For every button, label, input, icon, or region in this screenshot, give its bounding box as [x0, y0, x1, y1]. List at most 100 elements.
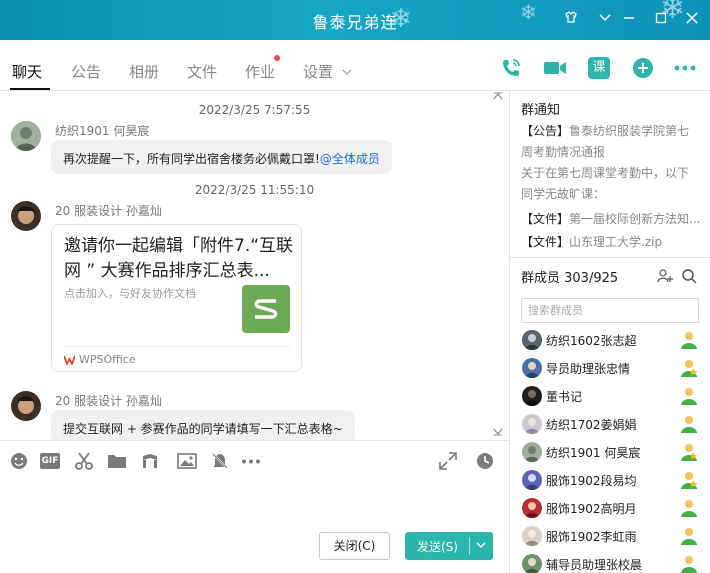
member-role-icon: [681, 556, 697, 573]
notice-item[interactable]: 【公告】鲁泰纺织服装学院第七: [521, 122, 707, 139]
add-member-icon[interactable]: [657, 268, 673, 284]
bell-off-icon[interactable]: [209, 450, 231, 472]
file-item[interactable]: 【文件】山东理工大学.zip: [521, 233, 707, 250]
more-icon[interactable]: [673, 56, 697, 80]
avatar: [522, 386, 542, 406]
member-item[interactable]: 辅导员助理张校晨: [510, 550, 710, 573]
music-icon[interactable]: [139, 450, 161, 472]
chat-window: ❄ ❄ ❄ 鲁泰兄弟连 聊天 公告 相册 文件 作业 设置 课 2022/3/2…: [0, 0, 710, 573]
member-name: 辅导员助理张校晨: [546, 558, 643, 572]
chevron-down-icon: [342, 69, 352, 75]
tab-chat[interactable]: 聊天: [12, 61, 42, 82]
avatar: [522, 442, 542, 462]
close-button[interactable]: 关闭(C): [319, 532, 390, 560]
card-divider: [62, 346, 291, 347]
minimize-icon[interactable]: [618, 9, 640, 31]
member-item[interactable]: 服饰1902段易均: [510, 466, 710, 494]
member-item[interactable]: 纺织1702姜娟娟: [510, 410, 710, 438]
member-item[interactable]: 纺织1901 何昊宸: [510, 438, 710, 466]
scroll-up-icon[interactable]: [493, 92, 505, 102]
tab-settings-label: 设置: [303, 63, 334, 81]
expand-icon[interactable]: [437, 450, 459, 472]
send-button[interactable]: 发送(S): [405, 532, 493, 560]
tab-settings[interactable]: 设置: [303, 61, 352, 82]
member-item[interactable]: 服饰1902李虹雨: [510, 522, 710, 550]
notice-title: 群通知: [521, 103, 561, 118]
member-name: 纺织1901 何昊宸: [546, 446, 641, 460]
member-name: 纺织1602张志超: [546, 334, 637, 348]
menu-icon[interactable]: [594, 9, 616, 31]
message-text: 提交互联网 + 参赛作品的同学请填写一下汇总表格~: [63, 422, 343, 436]
avatar[interactable]: [11, 391, 41, 421]
scroll-down-icon[interactable]: [493, 428, 505, 438]
card-source: WPSOffice: [79, 353, 136, 366]
maximize-icon[interactable]: [650, 9, 672, 31]
emoji-icon[interactable]: [8, 450, 30, 472]
send-label: 发送(S): [417, 540, 458, 554]
message-text: 再次提醒一下，所有同学出宿舍楼务必佩戴口罩!: [63, 152, 320, 166]
tab-announcement[interactable]: 公告: [71, 61, 101, 82]
member-search-input[interactable]: 搜索群成员: [521, 298, 699, 323]
member-name: 董书记: [546, 390, 583, 404]
image-icon[interactable]: [176, 450, 198, 472]
video-icon[interactable]: [543, 56, 567, 80]
notice-text: 鲁泰纺织服装学院第七: [569, 124, 690, 138]
message-bubble[interactable]: 提交互联网 + 参赛作品的同学请填写一下汇总表格~: [51, 410, 355, 440]
member-name: 服饰1902李虹雨: [546, 530, 637, 544]
avatar[interactable]: [11, 121, 41, 151]
members-title: 群成员 303/925: [521, 271, 619, 286]
message-input[interactable]: [0, 480, 509, 525]
member-item[interactable]: 服饰1902高明月: [510, 494, 710, 522]
folder-icon[interactable]: [106, 450, 128, 472]
sender-name: 20 服装设计 孙嘉灿: [55, 394, 162, 408]
composer-toolbar: GIF: [0, 440, 509, 480]
notification-dot: [274, 55, 280, 61]
avatar: [522, 414, 542, 434]
file-prefix: 【文件】: [521, 212, 570, 226]
member-admin-icon: [681, 444, 698, 461]
chevron-down-icon[interactable]: [475, 538, 487, 552]
card-title: 邀请你一起编辑「附件7.“互联网 ” 大赛作品排序汇总表...: [64, 236, 294, 281]
file-item[interactable]: 【文件】第一届校际创新方法知...: [521, 210, 707, 227]
member-item[interactable]: 董书记: [510, 382, 710, 410]
tab-album[interactable]: 相册: [129, 61, 159, 82]
wps-logo-icon: [242, 285, 290, 333]
close-icon[interactable]: [681, 9, 703, 31]
title-bar[interactable]: ❄ ❄ ❄ 鲁泰兄弟连: [0, 0, 710, 40]
member-item[interactable]: 纺织1602张志超: [510, 326, 710, 354]
phone-icon[interactable]: [499, 56, 523, 80]
active-tab-indicator: [10, 88, 50, 90]
notice-item[interactable]: 周考勤情况通报: [521, 143, 707, 160]
history-icon[interactable]: [474, 450, 496, 472]
notice-item[interactable]: 同学无故旷课：: [521, 185, 707, 202]
wps-source-icon: [64, 355, 75, 365]
message-bubble[interactable]: 再次提醒一下，所有同学出宿舍楼务必佩戴口罩!@全体成员: [51, 140, 392, 174]
add-chat-icon[interactable]: [631, 56, 655, 80]
message-list[interactable]: 2022/3/25 7:57:55 纺织1901 何昊宸 再次提醒一下，所有同学…: [0, 91, 509, 440]
avatar[interactable]: [11, 201, 41, 231]
notice-text: 同学无故旷课：: [521, 187, 606, 201]
search-icon[interactable]: [681, 268, 697, 284]
gif-icon[interactable]: GIF: [39, 450, 61, 472]
notice-item[interactable]: 关于在第七周课堂考勤中，以下: [521, 164, 707, 181]
sender-name: 20 服装设计 孙嘉灿: [55, 204, 162, 218]
member-name: 服饰1902段易均: [546, 474, 637, 488]
member-role-icon: [681, 528, 697, 545]
file-prefix: 【文件】: [521, 235, 570, 249]
tab-homework[interactable]: 作业: [245, 61, 275, 82]
member-name: 导员助理张忠情: [546, 362, 631, 376]
wps-share-card[interactable]: 邀请你一起编辑「附件7.“互联网 ” 大赛作品排序汇总表... 点击加入，与好友…: [51, 224, 302, 372]
member-admin-icon: [681, 472, 698, 489]
mention-link[interactable]: @全体成员: [320, 152, 380, 166]
divider: [510, 257, 710, 258]
skin-icon[interactable]: [560, 9, 582, 31]
file-name: 第一届校际创新方法知...: [569, 212, 701, 226]
sender-name: 纺织1901 何昊宸: [55, 124, 150, 138]
class-icon[interactable]: 课: [587, 56, 611, 80]
card-subtitle: 点击加入，与好友协作文档: [64, 287, 196, 300]
avatar: [522, 470, 542, 490]
scissors-icon[interactable]: [73, 450, 95, 472]
more-icon[interactable]: [240, 450, 262, 472]
tab-files[interactable]: 文件: [187, 61, 217, 82]
member-item[interactable]: 导员助理张忠情: [510, 354, 710, 382]
